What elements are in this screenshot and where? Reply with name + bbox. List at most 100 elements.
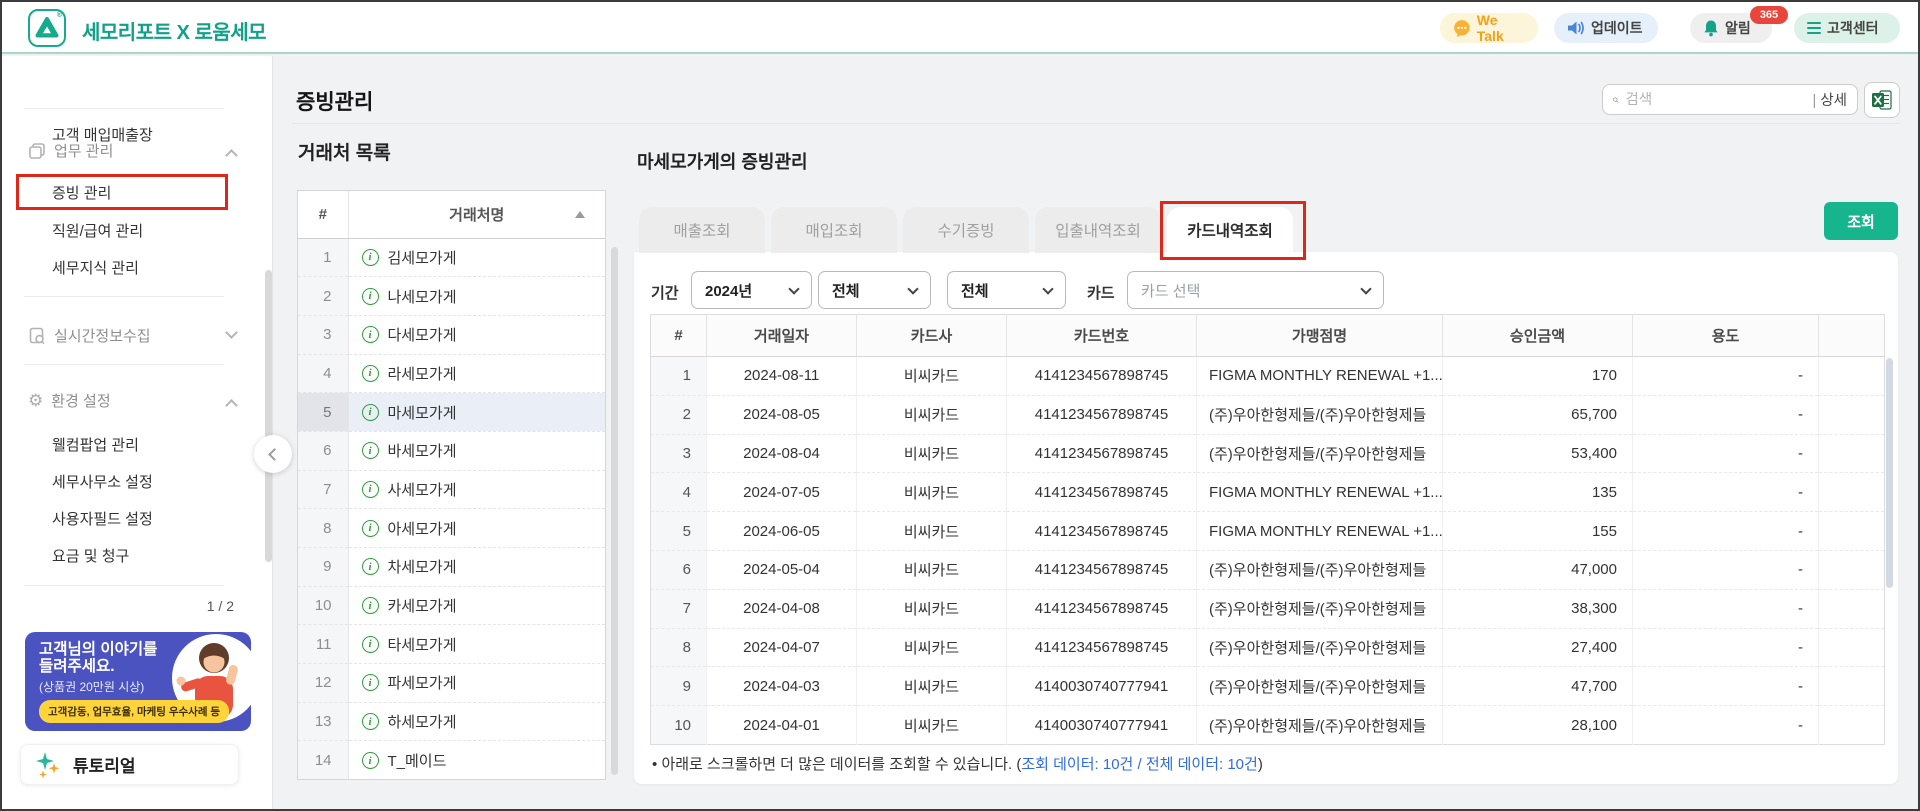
chevron-down-icon[interactable] (225, 326, 238, 339)
client-col-name[interactable]: 거래처명 (348, 191, 605, 239)
info-icon[interactable]: i (361, 558, 379, 576)
transaction-date: 2024-07-05 (706, 472, 857, 512)
sidebar-item-evidence-management[interactable]: 증빙 관리 (52, 182, 111, 203)
chevron-up-icon[interactable] (225, 399, 238, 412)
client-row[interactable]: 3 i 다세모가게 (298, 314, 605, 355)
period-end-select[interactable]: 전체 (947, 271, 1066, 309)
sidebar: 고객 매입매출장 업무 관리 증빙 관리 직원/급여 관리 세무지식 관리 실시… (2, 56, 273, 809)
tab-deposit-withdrawal[interactable]: 입출내역조회 (1035, 207, 1161, 253)
client-col-number: # (298, 191, 349, 239)
info-icon[interactable]: i (361, 674, 379, 692)
tab-card-history[interactable]: 카드내역조회 (1167, 207, 1293, 253)
year-select[interactable]: 2024년 (691, 271, 812, 309)
usage: - (1632, 433, 1819, 473)
client-row[interactable]: 12 i 파세모가게 (298, 663, 605, 703)
info-icon[interactable]: i (361, 713, 379, 731)
sort-ascending-icon[interactable] (575, 211, 585, 218)
card-table-scrollbar[interactable] (1886, 358, 1893, 588)
client-name: 파세모가게 (387, 675, 457, 693)
brand-title: 세모리포트 X 로움세모 (82, 22, 267, 44)
card-company: 비씨카드 (856, 472, 1007, 512)
client-row[interactable]: 1 i 김세모가게 (298, 238, 605, 277)
banner-pagination[interactable]: 1 / 2 (207, 598, 234, 614)
sidebar-section-settings[interactable]: ⚙ 환경 설정 (28, 390, 111, 411)
excel-icon (1872, 90, 1892, 110)
client-row[interactable]: 4 i 라세모가게 (298, 353, 605, 393)
card-select[interactable]: 카드 선택 (1127, 271, 1384, 309)
info-icon[interactable]: i (361, 287, 379, 305)
info-icon[interactable]: i (361, 364, 379, 382)
period-start-select[interactable]: 전체 (818, 271, 931, 309)
update-button[interactable]: 업데이트 (1554, 13, 1658, 43)
info-icon[interactable]: i (361, 326, 379, 344)
sidebar-item-tax-knowledge[interactable]: 세무지식 관리 (52, 257, 139, 278)
usage: - (1632, 356, 1819, 396)
info-icon[interactable]: i (361, 519, 379, 537)
client-row[interactable]: 7 i 사세모가게 (298, 469, 605, 509)
search-input[interactable] (1625, 91, 1813, 108)
divider (24, 364, 224, 365)
chevron-up-icon[interactable] (225, 149, 238, 162)
divider (24, 585, 224, 586)
usage: - (1632, 588, 1819, 629)
card-company: 비씨카드 (856, 511, 1007, 551)
chevron-down-icon (788, 283, 800, 295)
card-transaction-row: 5 2024-06-05 비씨카드 4141234567898745 FIGMA… (650, 511, 1885, 551)
client-row[interactable]: 5 i 마세모가게 (298, 392, 605, 432)
promo-banner[interactable]: 고객님의 이야기를 들려주세요. (상품권 20만원 시상) 고객감동, 업무효… (25, 632, 251, 731)
client-row[interactable]: 10 i 카세모가게 (298, 585, 605, 625)
approved-amount: 65,700 (1442, 394, 1633, 435)
card-company: 비씨카드 (856, 394, 1007, 435)
sidebar-collapse-button[interactable] (254, 435, 292, 473)
client-list-title: 거래처 목록 (298, 143, 391, 164)
row-number: 4 (650, 472, 707, 512)
chat-bubble-icon (1454, 19, 1470, 37)
card-rows: 1 2024-08-11 비씨카드 4141234567898745 FIGMA… (650, 356, 1885, 745)
search-detail-link[interactable]: | 상세 (1813, 89, 1847, 110)
client-list-scrollbar[interactable] (611, 247, 618, 775)
client-name: T_메이드 (387, 753, 447, 771)
client-table: # 거래처명 1 i 김세모가게 2 i 나세모가게 3 i 다세모가게 4 i… (298, 191, 605, 779)
merchant-name: (주)우아한형제들/(주)우아한형제들 (1196, 666, 1443, 706)
client-row[interactable]: 14 i T_메이드 (298, 740, 605, 779)
info-icon[interactable]: i (361, 442, 379, 460)
info-icon[interactable]: i (361, 597, 379, 615)
sidebar-item-user-field-settings[interactable]: 사용자필드 설정 (52, 508, 153, 529)
info-icon[interactable]: i (361, 480, 379, 498)
customer-center-button[interactable]: 고객센터 (1794, 13, 1900, 43)
sidebar-section-work[interactable]: 업무 관리 (28, 140, 113, 161)
app-logo[interactable]: ® (28, 9, 66, 47)
we-talk-button[interactable]: We Talk (1440, 12, 1538, 44)
sidebar-item-tax-office-settings[interactable]: 세무사무소 설정 (52, 471, 153, 492)
merchant-name: FIGMA MONTHLY RENEWAL +1... (1196, 356, 1443, 396)
merchant-name: (주)우아한형제들/(주)우아한형제들 (1196, 627, 1443, 667)
tutorial-button[interactable]: 튜토리얼 (20, 744, 239, 785)
tab-manual-evidence[interactable]: 수기증빙 (903, 207, 1029, 253)
info-icon[interactable]: i (361, 248, 379, 266)
card-transaction-row: 1 2024-08-11 비씨카드 4141234567898745 FIGMA… (650, 356, 1885, 396)
sidebar-item-billing[interactable]: 요금 및 청구 (52, 545, 129, 566)
tab-sales-inquiry[interactable]: 매출조회 (639, 207, 765, 253)
usage: - (1632, 627, 1819, 667)
client-row[interactable]: 6 i 바세모가게 (298, 430, 605, 471)
top-bar: ® 세모리포트 X 로움세모 We Talk 업데이트 알림 365 고객센터 (2, 2, 1918, 54)
client-row[interactable]: 2 i 나세모가게 (298, 276, 605, 316)
info-icon[interactable]: i (361, 752, 379, 770)
client-row[interactable]: 8 i 아세모가게 (298, 508, 605, 548)
info-icon[interactable]: i (361, 635, 379, 653)
card-number: 4141234567898745 (1006, 394, 1197, 435)
tab-purchase-inquiry[interactable]: 매입조회 (771, 207, 897, 253)
card-transaction-row: 3 2024-08-04 비씨카드 4141234567898745 (주)우아… (650, 433, 1885, 473)
sidebar-item-welcome-popup[interactable]: 웰컴팝업 관리 (52, 434, 139, 455)
sidebar-scrollbar[interactable] (265, 270, 272, 562)
sidebar-item-payroll-management[interactable]: 직원/급여 관리 (52, 220, 143, 241)
client-row[interactable]: 9 i 차세모가게 (298, 547, 605, 587)
card-number: 4141234567898745 (1006, 627, 1197, 667)
sidebar-section-realtime[interactable]: 실시간정보수집 (28, 325, 151, 346)
client-row[interactable]: 13 i 하세모가게 (298, 701, 605, 741)
client-row[interactable]: 11 i 타세모가게 (298, 624, 605, 664)
card-number: 4140030740777941 (1006, 705, 1197, 745)
info-icon[interactable]: i (361, 403, 379, 421)
inquiry-button[interactable]: 조회 (1824, 202, 1898, 240)
excel-export-button[interactable] (1864, 82, 1900, 118)
